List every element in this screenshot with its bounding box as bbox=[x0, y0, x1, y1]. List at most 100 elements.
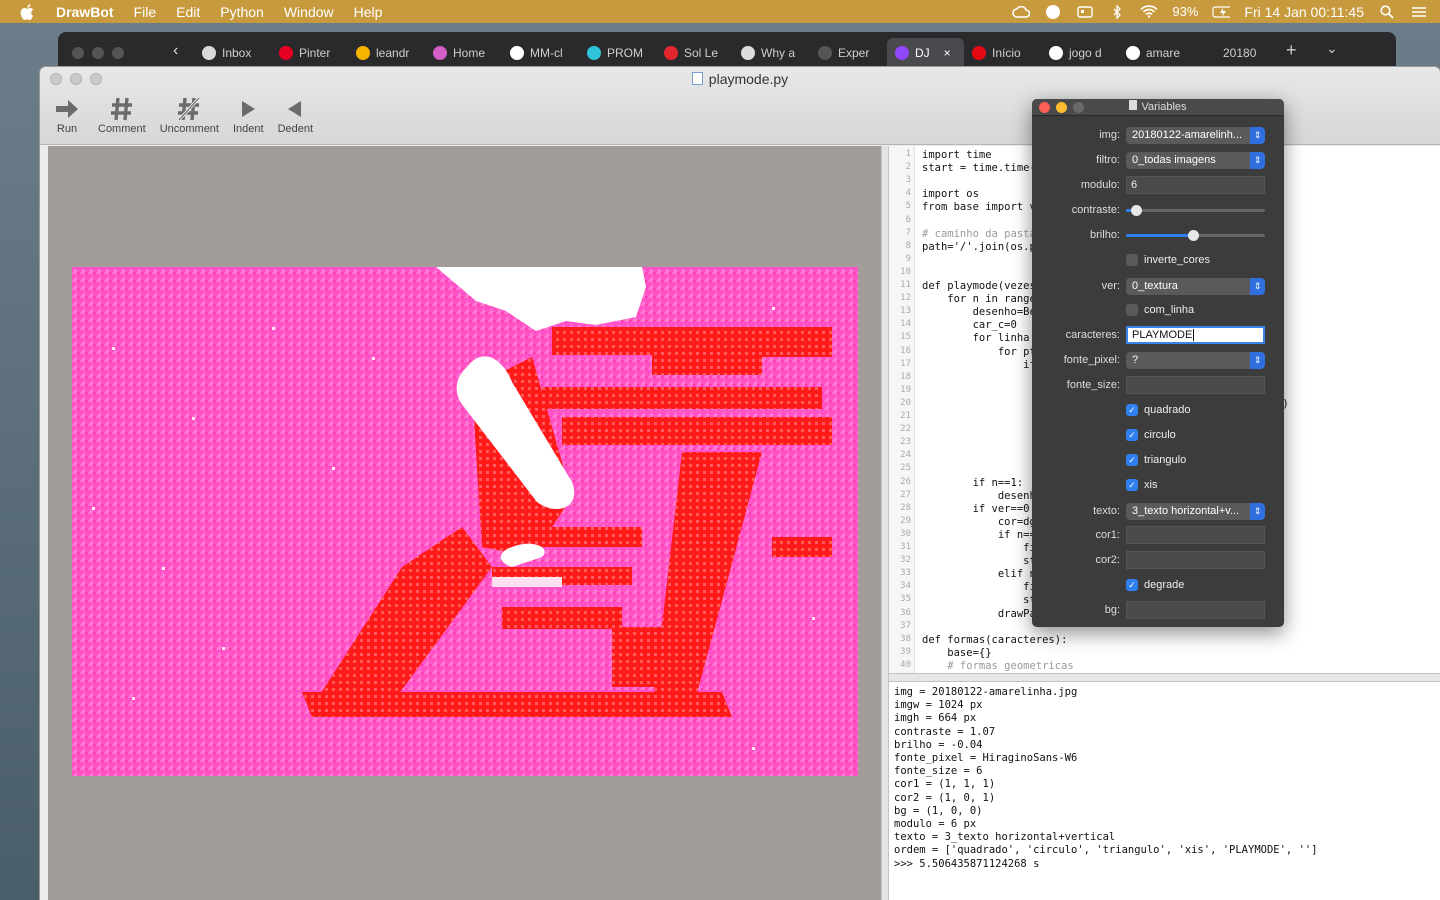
python-document-icon bbox=[691, 72, 703, 85]
browser-tab-strip: Inbox Pinter leandr Home MM-cl PROM Sol Le Why … bbox=[194, 38, 1272, 68]
browser-tab[interactable]: PROM bbox=[579, 38, 656, 68]
status-circle-icon[interactable] bbox=[1044, 4, 1062, 19]
close-tab-icon[interactable]: × bbox=[944, 46, 951, 60]
uncomment-button[interactable]: Uncomment bbox=[156, 95, 223, 135]
circulo-checkbox[interactable]: ✓ circulo bbox=[1126, 429, 1176, 441]
output-console[interactable]: img = 20180122-amarelinha.jpg imgw = 1024… bbox=[889, 682, 1440, 900]
bg-field[interactable] bbox=[1126, 601, 1265, 619]
menu-file[interactable]: File bbox=[134, 4, 157, 20]
run-button[interactable]: Run bbox=[50, 95, 84, 135]
line-number: 38 bbox=[900, 633, 911, 644]
notification-center-icon[interactable] bbox=[1410, 5, 1428, 19]
run-button-label: Run bbox=[56, 123, 78, 135]
browser-tab[interactable]: Inbox bbox=[194, 38, 271, 68]
apple-icon[interactable] bbox=[20, 3, 42, 20]
contraste-slider[interactable] bbox=[1126, 201, 1265, 219]
checkbox-box[interactable] bbox=[1126, 254, 1138, 266]
browser-zoom-button[interactable] bbox=[112, 47, 124, 59]
dedent-button[interactable]: Dedent bbox=[274, 95, 317, 135]
brilho-slider[interactable] bbox=[1126, 226, 1265, 244]
checkbox-box[interactable]: ✓ bbox=[1126, 454, 1138, 466]
console-output-line: ordem = ['quadrado', 'circulo', 'triangu… bbox=[894, 844, 1318, 857]
chevron-left-icon[interactable]: ‹ bbox=[173, 42, 178, 60]
chevron-down-icon[interactable]: ⌄ bbox=[1326, 40, 1338, 57]
python-document-icon bbox=[1129, 100, 1138, 110]
cor1-field[interactable] bbox=[1126, 526, 1265, 544]
new-tab-plus-icon[interactable]: + bbox=[1286, 40, 1297, 61]
menubar-clock[interactable]: Fri 14 Jan 00:11:45 bbox=[1244, 4, 1364, 20]
code-line: # formas geometricas bbox=[922, 659, 1074, 672]
keyboard-input-icon[interactable] bbox=[1076, 5, 1094, 19]
code-line: for pt bbox=[922, 345, 1036, 358]
var-ver-row: ver: 0_textura ⇕ bbox=[1032, 276, 1284, 296]
line-number: 21 bbox=[900, 411, 911, 421]
var-contraste-row: contraste: bbox=[1032, 200, 1284, 220]
browser-tab[interactable]: DJ × bbox=[887, 38, 964, 68]
browser-minimize-button[interactable] bbox=[92, 47, 104, 59]
canvas-preview-area[interactable] bbox=[48, 146, 881, 900]
var-xis-row: ✓ xis bbox=[1032, 475, 1284, 495]
degrade-checkbox[interactable]: ✓ degrade bbox=[1126, 579, 1184, 591]
browser-close-button[interactable] bbox=[72, 47, 84, 59]
horizontal-split-handle[interactable] bbox=[889, 673, 1440, 682]
caracteres-field[interactable]: PLAYMODE bbox=[1126, 326, 1265, 344]
browser-tab[interactable]: Why a bbox=[733, 38, 810, 68]
modulo-field[interactable]: 6 bbox=[1126, 176, 1265, 194]
code-line: st bbox=[922, 594, 1036, 607]
creative-cloud-icon[interactable] bbox=[1012, 5, 1031, 19]
var-img-label: img: bbox=[1099, 129, 1120, 141]
var-fontesize-label: fonte_size: bbox=[1066, 379, 1120, 391]
browser-tab[interactable]: Início bbox=[964, 38, 1041, 68]
com-linha-checkbox[interactable]: com_linha bbox=[1126, 304, 1194, 316]
browser-tab[interactable]: leandr bbox=[348, 38, 425, 68]
code-line: import time bbox=[922, 149, 992, 161]
browser-tab[interactable]: amare bbox=[1118, 38, 1195, 68]
menu-python[interactable]: Python bbox=[220, 4, 264, 20]
browser-tab[interactable]: jogo d bbox=[1041, 38, 1118, 68]
menu-app-name[interactable]: DrawBot bbox=[56, 4, 114, 20]
var-cor2-row: cor2: bbox=[1032, 550, 1284, 570]
chevron-updown-icon: ⇕ bbox=[1250, 277, 1265, 295]
code-line: st bbox=[922, 555, 1036, 568]
ver-select[interactable]: 0_textura ⇕ bbox=[1126, 277, 1265, 295]
menu-help[interactable]: Help bbox=[354, 4, 383, 20]
bluetooth-icon[interactable] bbox=[1108, 4, 1126, 19]
triangulo-checkbox[interactable]: ✓ triangulo bbox=[1126, 454, 1186, 466]
console-output-line: fonte_pixel = HiraginoSans-W6 bbox=[894, 752, 1078, 765]
checkbox-box[interactable]: ✓ bbox=[1126, 479, 1138, 491]
battery-icon[interactable] bbox=[1212, 5, 1231, 19]
img-select[interactable]: 20180122-amarelinh... ⇕ bbox=[1126, 126, 1265, 144]
comment-button[interactable]: Comment bbox=[94, 95, 150, 135]
console-output-line: imgh = 664 px bbox=[894, 712, 977, 725]
browser-tab[interactable]: Sol Le bbox=[656, 38, 733, 68]
menu-window[interactable]: Window bbox=[284, 4, 334, 20]
code-line: drawPat bbox=[922, 607, 1043, 620]
fonte-size-field[interactable] bbox=[1126, 376, 1265, 394]
brilho-slider-knob[interactable] bbox=[1187, 230, 1199, 241]
filtro-select[interactable]: 0_todas imagens ⇕ bbox=[1126, 151, 1265, 169]
browser-tab[interactable]: Exper bbox=[810, 38, 887, 68]
vertical-split-handle[interactable] bbox=[881, 146, 889, 900]
checkbox-box[interactable]: ✓ bbox=[1126, 429, 1138, 441]
wifi-icon[interactable] bbox=[1140, 5, 1158, 19]
spotlight-search-icon[interactable] bbox=[1378, 4, 1396, 19]
checkbox-box[interactable]: ✓ bbox=[1126, 579, 1138, 591]
browser-tab[interactable]: Home bbox=[425, 38, 502, 68]
texto-select[interactable]: 3_texto horizontal+v... ⇕ bbox=[1126, 502, 1265, 520]
browser-tab[interactable]: 20180 bbox=[1195, 38, 1272, 68]
xis-checkbox[interactable]: ✓ xis bbox=[1126, 479, 1157, 491]
indent-button[interactable]: Indent bbox=[229, 95, 268, 135]
dedent-button-label: Dedent bbox=[277, 123, 314, 135]
inverte-cores-checkbox[interactable]: inverte_cores bbox=[1126, 254, 1210, 266]
browser-tab[interactable]: Pinter bbox=[271, 38, 348, 68]
fonte-pixel-select[interactable]: ? ⇕ bbox=[1126, 351, 1265, 369]
menu-edit[interactable]: Edit bbox=[176, 4, 200, 20]
cor2-field[interactable] bbox=[1126, 551, 1265, 569]
favicon-icon bbox=[972, 46, 986, 60]
browser-tab-label: Inbox bbox=[222, 46, 252, 60]
checkbox-box[interactable] bbox=[1126, 304, 1138, 316]
browser-tab[interactable]: MM-cl bbox=[502, 38, 579, 68]
checkbox-box[interactable]: ✓ bbox=[1126, 404, 1138, 416]
contraste-slider-knob[interactable] bbox=[1130, 205, 1142, 216]
quadrado-checkbox[interactable]: ✓ quadrado bbox=[1126, 404, 1191, 416]
